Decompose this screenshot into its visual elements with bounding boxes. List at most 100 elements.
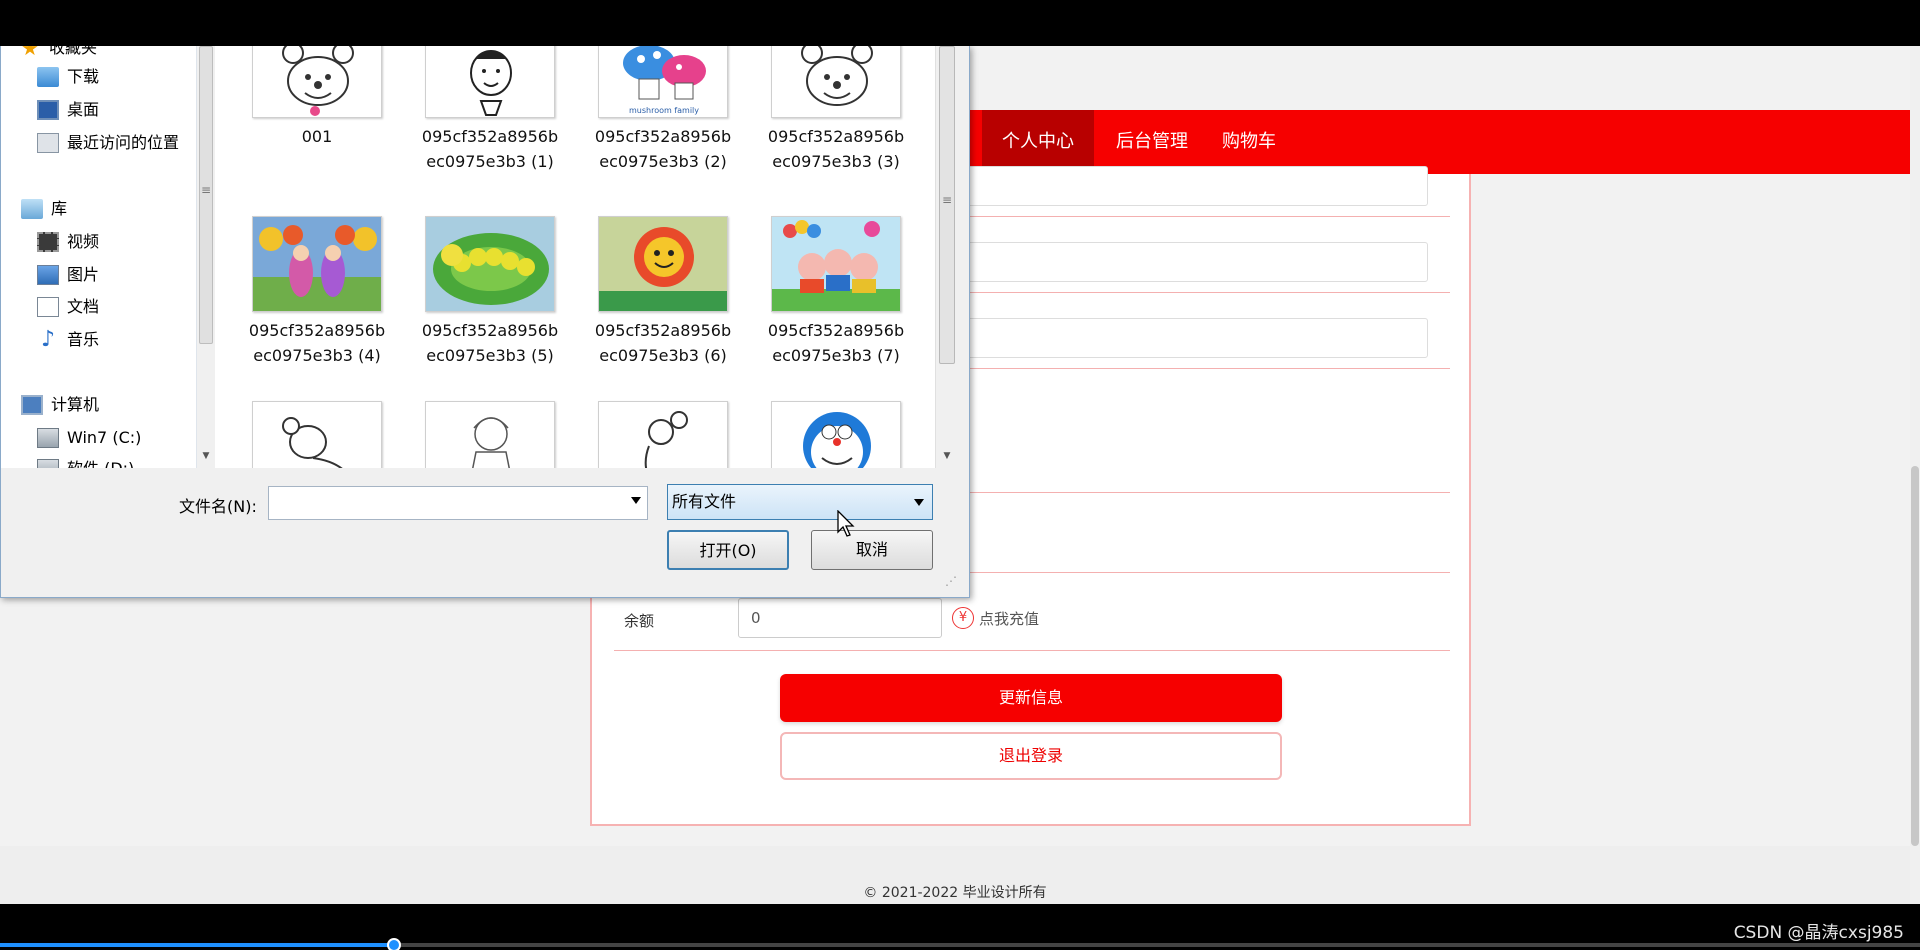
file-open-dialog: ★ 收藏夹 下载 桌面 最近访问的位置 库 视频 图片 文档 ♪ 音乐 计算机 … <box>0 46 970 598</box>
filename-input[interactable] <box>268 486 648 520</box>
video-progress-handle[interactable] <box>386 938 401 950</box>
file-name: 095cf352a8956bec0975e3b3 (4) <box>248 321 386 365</box>
sidebar-item-label: 音乐 <box>67 330 100 349</box>
file-thumbnail <box>252 46 382 118</box>
sidebar-item-drive-c[interactable]: Win7 (C:) <box>37 424 141 452</box>
page-scrollbar[interactable] <box>1910 46 1920 904</box>
sidebar-item-pictures[interactable]: 图片 <box>37 261 99 289</box>
sidebar-item-label: 库 <box>51 199 68 218</box>
file-item[interactable] <box>761 401 911 468</box>
recharge-label: 点我充值 <box>979 609 1040 628</box>
sidebar-item-drive-d[interactable]: 软件 (D:) <box>37 455 134 468</box>
nav-item-personal-center[interactable]: 个人中心 <box>982 110 1094 174</box>
computer-icon <box>21 395 43 415</box>
music-icon: ♪ <box>40 327 56 352</box>
sidebar-item-desktop[interactable]: 桌面 <box>37 96 99 124</box>
file-thumbnail <box>425 46 555 118</box>
file-type-value: 所有文件 <box>672 492 737 511</box>
file-thumbnail <box>771 46 901 118</box>
profile-field-3[interactable] <box>942 318 1428 358</box>
file-type-select[interactable]: 所有文件 <box>667 484 933 520</box>
sidebar-item-label: 视频 <box>67 232 100 251</box>
watermark: CSDN @晶涛cxsj985 <box>1733 923 1904 943</box>
divider <box>614 650 1450 651</box>
file-name: 001 <box>301 127 333 146</box>
file-item[interactable] <box>415 401 565 468</box>
file-name: 095cf352a8956bec0975e3b3 (2) <box>594 127 732 171</box>
sidebar-item-music[interactable]: ♪ 音乐 <box>37 326 99 354</box>
cancel-button[interactable]: 取消 <box>811 530 933 570</box>
file-list-scrollbar[interactable]: ≡ ▼ <box>935 46 957 468</box>
sidebar-item-documents[interactable]: 文档 <box>37 293 99 321</box>
file-item[interactable] <box>588 401 738 468</box>
sidebar-item-label: 最近访问的位置 <box>67 133 180 152</box>
file-thumbnail: mushroom family <box>598 46 728 118</box>
sidebar-item-library[interactable]: 库 <box>21 195 67 223</box>
page-scrollbar-thumb[interactable] <box>1911 466 1919 846</box>
filename-label: 文件名(N): <box>179 497 257 516</box>
star-icon: ★ <box>21 46 39 60</box>
file-item[interactable]: 095cf352a8956bec0975e3b3 (1) <box>415 46 565 174</box>
sidebar-item-favorites[interactable]: ★ 收藏夹 <box>19 46 97 62</box>
file-thumbnail <box>252 401 382 468</box>
file-thumbnail <box>598 401 728 468</box>
file-thumbnail <box>598 216 728 312</box>
resize-grip-icon[interactable]: ⋰ <box>945 574 957 588</box>
balance-label: 余额 <box>624 612 655 630</box>
sidebar-item-label: 计算机 <box>51 395 100 414</box>
video-progress-bar[interactable] <box>0 938 1920 950</box>
nav-item-admin[interactable]: 后台管理 <box>1096 110 1208 174</box>
file-name: 095cf352a8956bec0975e3b3 (7) <box>767 321 905 365</box>
sidebar-item-downloads[interactable]: 下载 <box>37 63 99 91</box>
sidebar-item-computer[interactable]: 计算机 <box>21 391 99 419</box>
file-thumbnail <box>771 401 901 468</box>
yen-icon: ¥ <box>952 607 974 629</box>
drive-icon <box>37 459 59 468</box>
desktop-icon <box>37 100 59 120</box>
sidebar-item-recent-places[interactable]: 最近访问的位置 <box>37 129 179 157</box>
file-name: 095cf352a8956bec0975e3b3 (5) <box>421 321 559 365</box>
sidebar-item-label: 收藏夹 <box>49 46 98 57</box>
sidebar-item-label: 下载 <box>67 67 100 86</box>
file-thumbnail <box>252 216 382 312</box>
recharge-link[interactable]: ¥ 点我充值 <box>952 605 1039 631</box>
file-thumbnail <box>771 216 901 312</box>
file-item[interactable]: 001 <box>242 46 392 149</box>
file-item[interactable]: 095cf352a8956bec0975e3b3 (5) <box>415 216 565 368</box>
file-item[interactable] <box>242 401 392 468</box>
documents-icon <box>37 297 59 317</box>
file-item[interactable]: 095cf352a8956bec0975e3b3 (7) <box>761 216 911 368</box>
sidebar-item-label: 图片 <box>67 265 100 284</box>
scroll-down-arrow-icon[interactable]: ▼ <box>941 451 953 461</box>
scroll-down-arrow-icon[interactable]: ▼ <box>200 451 212 461</box>
footer: © 2021-2022 毕业设计所有 <box>0 846 1910 904</box>
dialog-navigation-pane: ★ 收藏夹 下载 桌面 最近访问的位置 库 视频 图片 文档 ♪ 音乐 计算机 … <box>1 46 197 468</box>
sidebar-item-label: Win7 (C:) <box>67 428 142 447</box>
file-item[interactable]: 095cf352a8956bec0975e3b3 (4) <box>242 216 392 368</box>
svg-text:mushroom family: mushroom family <box>629 106 699 115</box>
copyright-text: © 2021-2022 毕业设计所有 <box>863 885 1047 901</box>
chevron-down-icon[interactable] <box>631 497 641 504</box>
grip-icon: ≡ <box>201 183 212 197</box>
balance-input[interactable]: 0 <box>738 598 942 638</box>
file-item[interactable]: mushroom family 095cf352a8956bec0975e3b3… <box>588 46 738 174</box>
file-thumbnail <box>425 216 555 312</box>
file-item[interactable]: 095cf352a8956bec0975e3b3 (6) <box>588 216 738 368</box>
grip-icon: ≡ <box>942 193 953 207</box>
open-button[interactable]: 打开(O) <box>667 530 789 570</box>
chevron-down-icon <box>914 499 924 506</box>
file-item[interactable]: 095cf352a8956bec0975e3b3 (3) <box>761 46 911 174</box>
update-info-button[interactable]: 更新信息 <box>780 674 1282 722</box>
sidebar-item-label: 软件 (D:) <box>67 455 134 468</box>
profile-field-2[interactable] <box>942 242 1428 282</box>
nav-item-cart[interactable]: 购物车 <box>1202 110 1296 174</box>
navigation-scrollbar[interactable]: ≡ ▼ <box>197 46 215 468</box>
logout-button[interactable]: 退出登录 <box>780 732 1282 780</box>
file-name: 095cf352a8956bec0975e3b3 (3) <box>767 127 905 171</box>
sidebar-item-label: 桌面 <box>67 100 100 119</box>
downloads-folder-icon <box>37 67 59 87</box>
file-list-pane: 001 095cf352a8956bec0975e3b3 (1) mushroo… <box>215 46 935 468</box>
sidebar-item-videos[interactable]: 视频 <box>37 228 99 256</box>
profile-field-1[interactable] <box>942 166 1428 206</box>
drive-icon <box>37 428 59 448</box>
